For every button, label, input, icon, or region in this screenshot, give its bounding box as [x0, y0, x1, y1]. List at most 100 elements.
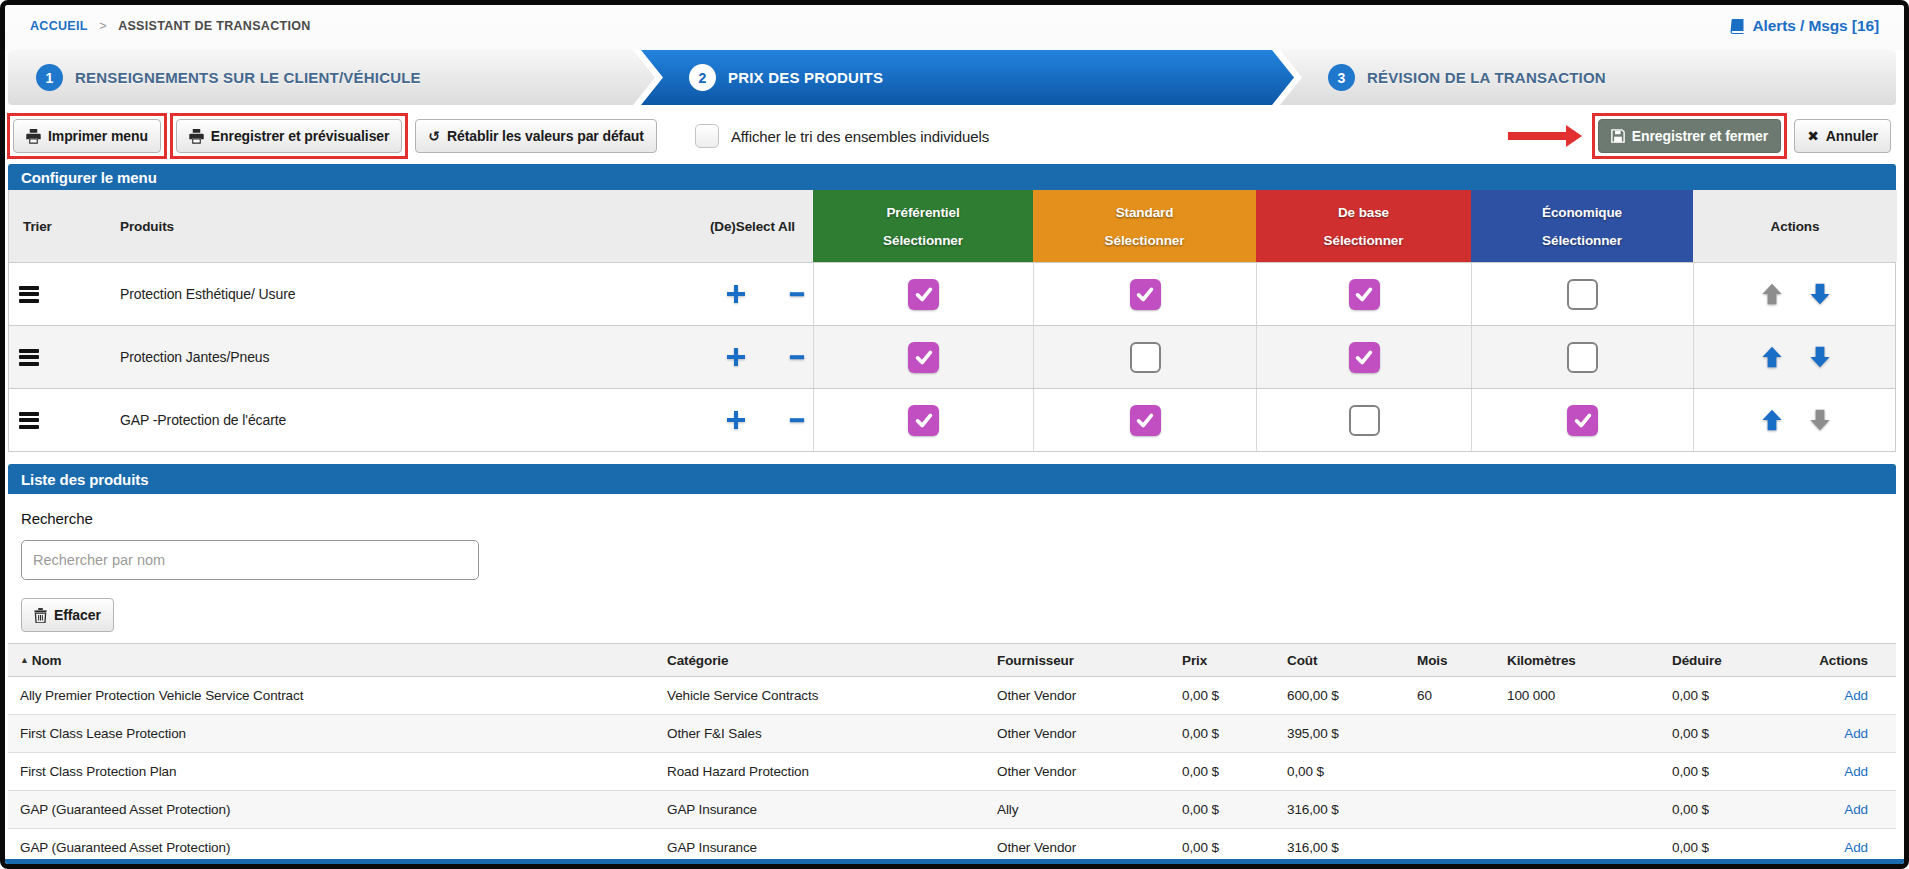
checkbox-economique[interactable] — [1567, 279, 1598, 310]
drag-handle-icon[interactable] — [19, 286, 39, 303]
checkbox-economique[interactable] — [1567, 342, 1598, 373]
search-input[interactable] — [21, 540, 479, 580]
column-header-deduire[interactable]: Déduire — [1660, 643, 1790, 677]
checkbox-de-base[interactable] — [1349, 279, 1380, 310]
add-link[interactable]: Add — [1844, 688, 1868, 703]
checkbox-standard[interactable] — [1130, 405, 1161, 436]
alerts-msgs-link[interactable]: Alerts / Msgs [16] — [1729, 17, 1879, 35]
cancel-button[interactable]: ✖ Annuler — [1794, 119, 1891, 153]
select-all-plus-icon[interactable] — [727, 411, 745, 429]
step-3-label: RÉVISION DE LA TRANSACTION — [1367, 69, 1606, 86]
deselect-all-minus-icon[interactable] — [789, 285, 805, 303]
trash-icon — [34, 608, 47, 623]
wizard-step-3[interactable]: 3 RÉVISION DE LA TRANSACTION — [1280, 50, 1896, 105]
column-header-cout[interactable]: Coût — [1275, 643, 1405, 677]
product-mois — [1405, 715, 1495, 752]
toolbar: Imprimer menu Enregistrer et prévisualis… — [5, 108, 1904, 164]
column-header-categorie[interactable]: Catégorie — [655, 643, 985, 677]
select-all-plus-icon[interactable] — [727, 348, 745, 366]
product-prix: 0,00 $ — [1170, 677, 1275, 714]
show-sort-checkbox[interactable] — [695, 124, 719, 148]
add-link[interactable]: Add — [1844, 802, 1868, 817]
checkbox-economique[interactable] — [1567, 405, 1598, 436]
check-icon — [913, 346, 935, 368]
drag-handle-icon[interactable] — [19, 349, 39, 366]
product-categorie: Other F&I Sales — [655, 715, 985, 752]
move-down-icon[interactable] — [1809, 409, 1831, 431]
deselect-all-minus-icon[interactable] — [789, 411, 805, 429]
column-header-economique[interactable]: ÉconomiqueSélectionner — [1471, 190, 1693, 262]
column-header-prix[interactable]: Prix — [1170, 643, 1275, 677]
column-header-standard[interactable]: StandardSélectionner — [1033, 190, 1256, 262]
printer-icon — [189, 129, 204, 144]
alerts-msgs-label: Alerts / Msgs [16] — [1752, 17, 1879, 35]
move-up-icon[interactable] — [1761, 346, 1783, 368]
check-icon — [1572, 409, 1594, 431]
add-link[interactable]: Add — [1844, 726, 1868, 741]
product-row: Ally Premier Protection Vehicle Service … — [8, 677, 1896, 714]
move-down-icon[interactable] — [1809, 283, 1831, 305]
configure-menu-header: Configurer le menu — [8, 164, 1896, 190]
annotation-box-print: Imprimer menu — [7, 113, 167, 159]
column-header-kilometres[interactable]: Kilomètres — [1495, 643, 1660, 677]
column-header-fournisseur[interactable]: Fournisseur — [985, 643, 1170, 677]
wizard-step-2-active[interactable]: 2 PRIX DES PRODUITS — [641, 50, 1294, 105]
book-icon — [1729, 19, 1746, 34]
checkbox-standard[interactable] — [1130, 342, 1161, 373]
product-nom: First Class Lease Protection — [8, 715, 655, 752]
move-down-icon[interactable] — [1809, 346, 1831, 368]
product-mois — [1405, 791, 1495, 828]
topbar: ACCUEIL > ASSISTANT DE TRANSACTION Alert… — [5, 5, 1904, 50]
checkbox-preferentiel[interactable] — [908, 279, 939, 310]
add-link[interactable]: Add — [1844, 764, 1868, 779]
product-name: Protection Jantes/Pneus — [96, 326, 561, 388]
product-mois — [1405, 753, 1495, 790]
save-preview-button[interactable]: Enregistrer et prévisualiser — [176, 119, 403, 153]
menu-row: Protection Esthétique/ Usure — [9, 262, 1895, 325]
product-fournisseur: Other Vendor — [985, 677, 1170, 714]
add-link[interactable]: Add — [1844, 840, 1868, 855]
product-cout: 600,00 $ — [1275, 677, 1405, 714]
reset-defaults-button[interactable]: ↺ Rétablir les valeurs par défaut — [415, 119, 657, 153]
annotation-box-save-preview: Enregistrer et prévisualiser — [170, 113, 409, 159]
checkbox-standard[interactable] — [1130, 279, 1161, 310]
column-header-preferentiel[interactable]: PréférentielSélectionner — [813, 190, 1033, 262]
drag-handle-icon[interactable] — [19, 412, 39, 429]
move-up-icon[interactable] — [1761, 283, 1783, 305]
breadcrumb-current: ASSISTANT DE TRANSACTION — [118, 19, 310, 33]
product-deduire: 0,00 $ — [1660, 715, 1790, 752]
deselect-all-minus-icon[interactable] — [789, 348, 805, 366]
checkbox-preferentiel[interactable] — [908, 342, 939, 373]
column-header-produits: Produits — [96, 190, 561, 262]
save-close-button[interactable]: Enregistrer et fermer — [1598, 119, 1781, 153]
product-cout: 0,00 $ — [1275, 753, 1405, 790]
product-deduire: 0,00 $ — [1660, 753, 1790, 790]
move-up-icon[interactable] — [1761, 409, 1783, 431]
product-kilometres — [1495, 791, 1660, 828]
breadcrumb-separator-icon: > — [99, 19, 107, 33]
product-prix: 0,00 $ — [1170, 753, 1275, 790]
check-icon — [1353, 346, 1375, 368]
clear-button[interactable]: Effacer — [21, 598, 114, 632]
product-cout: 395,00 $ — [1275, 715, 1405, 752]
product-fournisseur: Other Vendor — [985, 753, 1170, 790]
select-all-plus-icon[interactable] — [727, 285, 745, 303]
product-name: GAP -Protection de l'écarte — [96, 389, 561, 451]
x-icon: ✖ — [1807, 128, 1819, 144]
checkbox-de-base[interactable] — [1349, 405, 1380, 436]
step-2-label: PRIX DES PRODUITS — [728, 69, 883, 86]
product-mois: 60 — [1405, 677, 1495, 714]
wizard-step-1[interactable]: 1 RENSEIGNEMENTS SUR LE CLIENT/VÉHICULE — [8, 50, 655, 105]
product-prix: 0,00 $ — [1170, 715, 1275, 752]
column-header-mois[interactable]: Mois — [1405, 643, 1495, 677]
column-header-nom[interactable]: ▲Nom — [8, 643, 655, 677]
checkbox-de-base[interactable] — [1349, 342, 1380, 373]
product-categorie: GAP Insurance — [655, 791, 985, 828]
print-menu-button[interactable]: Imprimer menu — [13, 119, 161, 153]
checkbox-preferentiel[interactable] — [908, 405, 939, 436]
product-nom: GAP (Guaranteed Asset Protection) — [8, 791, 655, 828]
step-1-label: RENSEIGNEMENTS SUR LE CLIENT/VÉHICULE — [75, 69, 421, 86]
breadcrumb-home-link[interactable]: ACCUEIL — [30, 19, 87, 33]
column-header-de-base[interactable]: De baseSélectionner — [1256, 190, 1471, 262]
floppy-disk-icon — [1611, 129, 1625, 143]
